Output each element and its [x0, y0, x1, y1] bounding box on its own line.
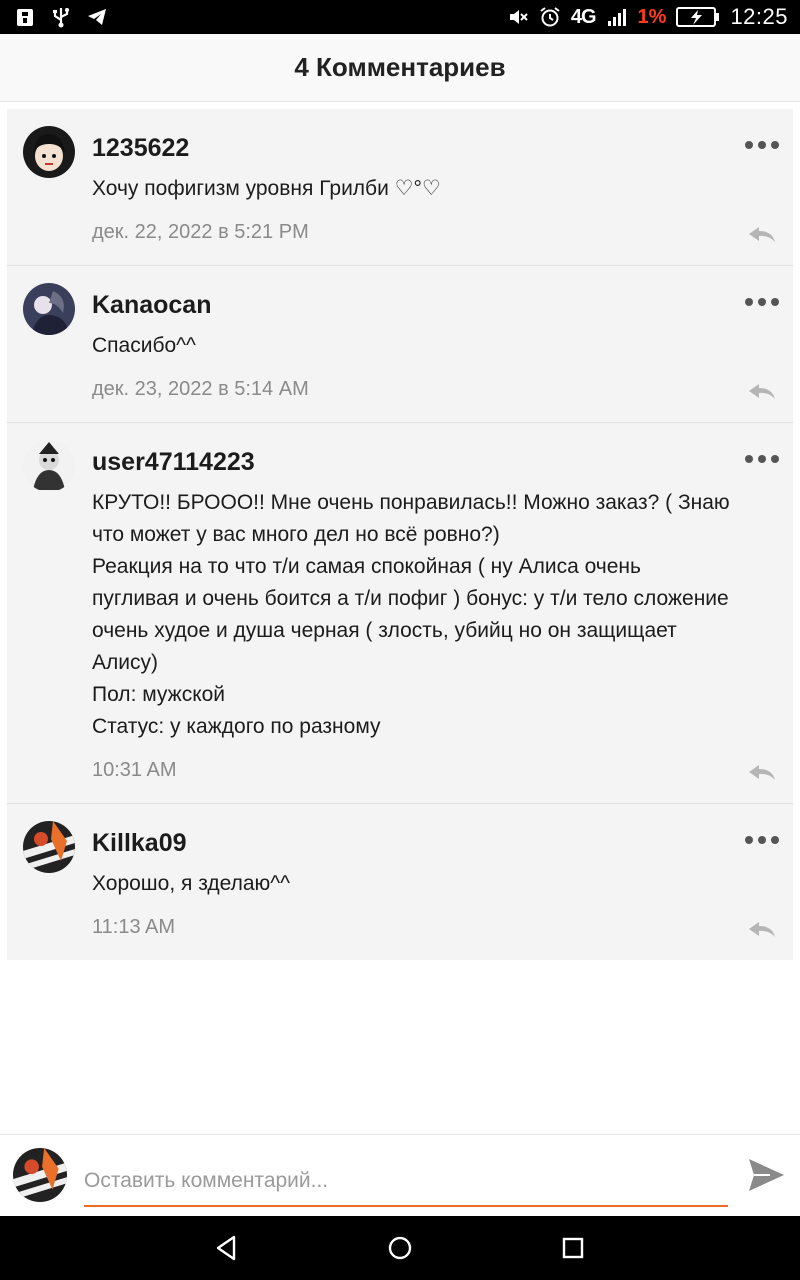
comment-timestamp: 10:31 AM: [92, 759, 177, 781]
comment-text: КРУТО!! БРООО!! Мне очень понравилась!! …: [92, 491, 730, 738]
reply-icon[interactable]: [747, 382, 777, 402]
avatar[interactable]: [23, 821, 75, 873]
status-bar: 4G 1% 12:25: [0, 0, 800, 34]
comment-timestamp: дек. 22, 2022 в 5:21 PM: [92, 221, 309, 243]
status-bar-left: [14, 6, 108, 28]
comment-text: Спасибо^^: [92, 334, 196, 357]
comments-list: 1235622 Хочу пофигизм уровня Грилби ♡°♡ …: [7, 109, 793, 960]
current-user-avatar: [13, 1148, 67, 1202]
status-bar-right: 4G 1% 12:25: [507, 4, 788, 30]
home-icon[interactable]: [383, 1231, 417, 1265]
more-options-icon[interactable]: [745, 455, 779, 463]
comments-header: 4 Комментариев: [0, 34, 800, 102]
signal-icon: [607, 9, 626, 26]
lock-icon: [17, 9, 33, 26]
more-options-icon[interactable]: [745, 298, 779, 306]
reply-icon[interactable]: [747, 225, 777, 245]
send-icon[interactable]: [746, 1155, 786, 1195]
comment-input[interactable]: [84, 1157, 728, 1207]
telegram-icon: [88, 9, 106, 25]
battery-charging-icon: [676, 7, 720, 27]
avatar[interactable]: [23, 126, 75, 178]
comment-username[interactable]: Killka09: [92, 820, 733, 866]
comment-timestamp: дек. 23, 2022 в 5:14 AM: [92, 378, 309, 400]
comment-username[interactable]: 1235622: [92, 125, 733, 171]
network-type: 4G: [570, 5, 597, 28]
avatar[interactable]: [23, 440, 75, 492]
comment-item: Killka09 Хорошо, я зделаю^^ 11:13 AM: [7, 804, 793, 960]
comment-text: Хорошо, я зделаю^^: [92, 872, 291, 895]
more-options-icon[interactable]: [745, 836, 779, 844]
battery-percent: 1%: [637, 5, 667, 28]
comment-composer: [0, 1134, 800, 1216]
recents-icon[interactable]: [556, 1231, 590, 1265]
comment-username[interactable]: user47114223: [92, 439, 733, 485]
mute-icon: [509, 10, 528, 24]
comment-username[interactable]: Kanaocan: [92, 282, 733, 328]
reply-icon[interactable]: [747, 920, 777, 940]
back-icon[interactable]: [210, 1231, 244, 1265]
comment-timestamp: 11:13 AM: [92, 916, 176, 938]
clock: 12:25: [730, 4, 788, 29]
alarm-icon: [540, 7, 560, 27]
system-navigation-bar: [0, 1216, 800, 1280]
reply-icon[interactable]: [747, 763, 777, 783]
comment-item: 1235622 Хочу пофигизм уровня Грилби ♡°♡ …: [7, 109, 793, 266]
comment-item: user47114223 КРУТО!! БРООО!! Мне очень п…: [7, 423, 793, 804]
comment-item: Kanaocan Спасибо^^ дек. 23, 2022 в 5:14 …: [7, 266, 793, 423]
page-title: 4 Комментариев: [294, 52, 506, 82]
usb-icon: [53, 8, 69, 28]
comment-text: Хочу пофигизм уровня Грилби ♡°♡: [92, 177, 441, 200]
avatar[interactable]: [23, 283, 75, 335]
more-options-icon[interactable]: [745, 141, 779, 149]
